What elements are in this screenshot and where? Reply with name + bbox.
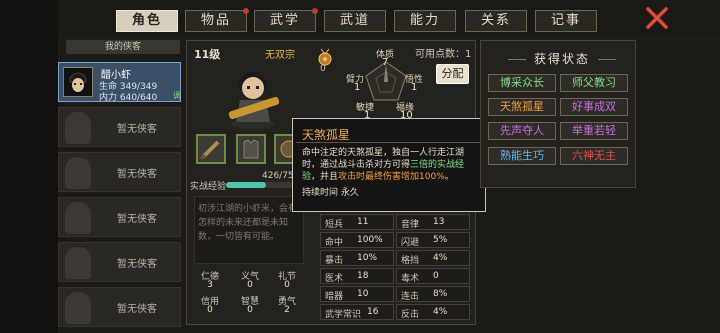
stat-cell: 医术 18 — [320, 268, 394, 284]
hero-slot-empty[interactable]: 暂无侠客 — [58, 242, 181, 282]
virtue-loyalty-value: 0 — [247, 280, 253, 290]
xp-label: 实战经验 — [190, 182, 227, 192]
hero-slot-empty[interactable]: 暂无侠客 — [58, 152, 181, 192]
character-portrait — [228, 72, 280, 129]
tab-items[interactable]: 物品 — [185, 8, 249, 32]
status-chip[interactable]: 举重若轻 — [560, 122, 628, 140]
status-chip[interactable]: 天煞孤星 — [488, 98, 556, 116]
equip-slot-armor[interactable] — [236, 134, 266, 164]
equip-slot-weapon[interactable] — [196, 134, 226, 164]
medal-count: 0 — [320, 64, 326, 74]
tooltip-description: 命中注定的天煞孤星，独自一人行走江湖时，通过战斗击杀对方可得三倍的实战经验，并且… — [302, 148, 465, 182]
xp-bar — [226, 182, 296, 188]
stat-cell: 暗器 10 — [320, 286, 394, 302]
tab-relations[interactable]: 关系 — [465, 10, 527, 32]
sword-icon — [199, 140, 220, 161]
tooltip-divider — [296, 142, 482, 143]
silhouette-icon — [65, 112, 91, 144]
attr-insight-value: 1 — [411, 82, 418, 93]
silhouette-icon — [65, 247, 91, 279]
stat-cell: 暴击 10% — [320, 250, 394, 266]
silhouette-icon — [65, 202, 91, 234]
silhouette-icon — [65, 157, 91, 189]
character-level: 11级 — [194, 48, 221, 61]
stat-cell: 反击 4% — [396, 304, 470, 320]
hero-face-icon — [64, 68, 92, 96]
stat-cell: 毒术 0 — [396, 268, 470, 284]
tab-martial-way[interactable]: 武道 — [324, 10, 386, 32]
hero-avatar — [63, 67, 93, 97]
tab-martial-arts[interactable]: 武学 — [254, 8, 318, 32]
stat-cell: 音律 13 — [396, 214, 470, 230]
virtue-courage-value: 2 — [284, 305, 290, 315]
status-panel-title: 获得状态 — [533, 52, 590, 66]
xp-fill — [226, 182, 266, 188]
my-heroes-title: 我的侠客 — [66, 40, 180, 54]
hero-slot-selected[interactable]: 醋小虾 生命 349/349 内力 640/640 调 — [58, 62, 181, 103]
silhouette-icon — [65, 292, 91, 324]
status-chip[interactable]: 好事成双 — [560, 98, 628, 116]
attr-constitution-value: 7 — [382, 57, 389, 68]
virtue-trust-value: 0 — [207, 305, 213, 315]
notification-dot — [243, 8, 249, 14]
tab-journal[interactable]: 记事 — [535, 10, 597, 32]
stat-cell: 连击 8% — [396, 286, 470, 302]
virtue-benevolence-value: 3 — [207, 280, 213, 290]
stat-cell: 格挡 4% — [396, 250, 470, 266]
stat-cell: 武学常识 16 — [320, 304, 394, 320]
virtue-etiquette-value: 0 — [284, 280, 290, 290]
status-chip[interactable]: 博采众长 — [488, 74, 556, 92]
status-chip[interactable]: 先声夺人 — [488, 122, 556, 140]
attr-strength-value: 1 — [354, 82, 361, 93]
hero-slot-empty[interactable]: 暂无侠客 — [58, 197, 181, 237]
left-gutter — [0, 0, 58, 333]
status-chip[interactable]: 六神无主 — [560, 147, 628, 165]
notification-dot — [312, 8, 318, 14]
virtue-wisdom-value: 0 — [247, 305, 253, 315]
character-bio: 初涉江湖的小虾米，会有怎样的未来还都是未知数，一切皆有可能。 — [198, 204, 298, 242]
status-chip[interactable]: 师父教习 — [560, 74, 628, 92]
tab-character[interactable]: 角色 — [116, 10, 178, 32]
tooltip-title: 天煞孤星 — [302, 128, 351, 142]
close-icon[interactable] — [645, 6, 669, 30]
stat-cell: 命中 100% — [320, 232, 394, 248]
status-chip[interactable]: 熟能生巧 — [488, 147, 556, 165]
hero-mp: 内力 640/640 — [99, 93, 158, 103]
hero-slot-empty[interactable]: 暂无侠客 — [58, 287, 181, 327]
allocate-button[interactable]: 分配 — [436, 64, 469, 84]
hero-slot-empty[interactable]: 暂无侠客 — [58, 107, 181, 147]
available-points: 可用点数：1 — [415, 49, 472, 60]
tooltip-duration: 持续时间 永久 — [302, 188, 359, 198]
tab-abilities[interactable]: 能力 — [394, 10, 456, 32]
armor-icon — [243, 139, 259, 159]
hero-tag: 调 — [173, 91, 181, 100]
stat-cell: 闪避 5% — [396, 232, 470, 248]
stat-cell: 短兵 11 — [320, 214, 394, 230]
character-sect: 无双宗 — [265, 50, 295, 61]
